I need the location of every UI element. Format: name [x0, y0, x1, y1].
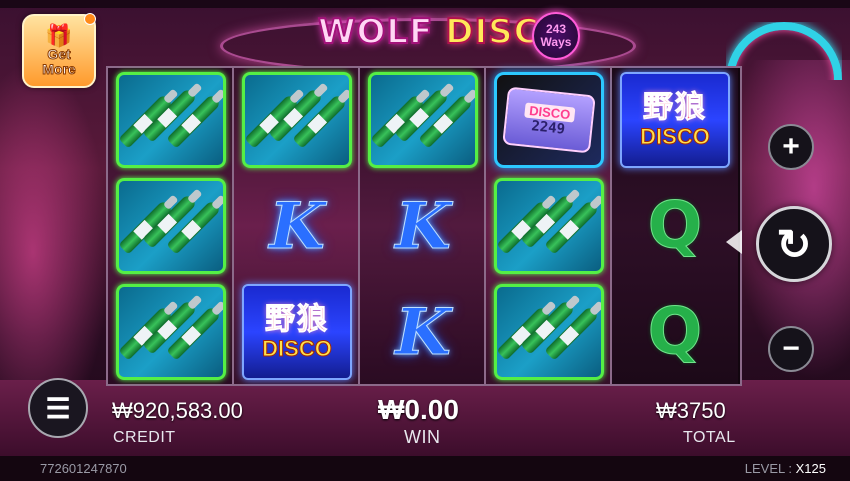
- symbol-scatter-pager: DISCO 2249: [494, 72, 604, 168]
- get-more-label-1: Get: [47, 46, 71, 62]
- win-label: WIN: [404, 427, 441, 447]
- gift-icon: 🎁: [45, 23, 73, 48]
- reel-1: [108, 68, 234, 384]
- symbol-bottles: [494, 284, 604, 380]
- symbol-k: K: [269, 188, 326, 264]
- symbol-bottles: [242, 72, 352, 168]
- win-value: ₩0.00: [378, 394, 459, 425]
- symbol-bottles: [494, 178, 604, 274]
- wild-en-text: DISCO: [262, 336, 333, 361]
- notification-dot: [84, 13, 96, 25]
- pager-number: 2249: [530, 117, 566, 138]
- symbol-bottles: [368, 72, 478, 168]
- get-more-label-2: More: [42, 61, 76, 77]
- level-label: LEVEL :: [744, 461, 792, 476]
- round-id: 772601247870: [40, 461, 127, 476]
- symbol-k: K: [395, 188, 452, 264]
- bet-decrease-button[interactable]: −: [768, 326, 814, 372]
- menu-button[interactable]: ☰: [28, 378, 88, 438]
- symbol-q: Q: [647, 295, 703, 370]
- ways-label: Ways: [540, 35, 572, 49]
- reel-5: 野狼 DISCO Q Q: [612, 68, 738, 384]
- spin-pointer-icon: [726, 230, 742, 254]
- wild-cn-text: 野狼: [265, 302, 329, 337]
- credit-value: ₩920,583.00: [112, 398, 243, 423]
- symbol-k: K: [395, 294, 452, 370]
- pager-icon: DISCO 2249: [502, 86, 596, 154]
- level-value: X125: [795, 461, 826, 476]
- reel-2: K 野狼 DISCO: [234, 68, 360, 384]
- credit-label: CREDIT: [113, 429, 176, 446]
- logo-wolf: WOLF: [317, 11, 434, 53]
- symbol-bottles: [116, 284, 226, 380]
- symbol-wild: 野狼 DISCO: [620, 72, 730, 168]
- symbol-bottles: [116, 72, 226, 168]
- reel-grid: K 野狼 DISCO K K DISCO 2249 野狼 DISCO Q Q: [106, 66, 742, 386]
- reel-3: K K: [360, 68, 486, 384]
- symbol-q: Q: [647, 189, 703, 264]
- spin-button[interactable]: ↻: [756, 206, 832, 282]
- reel-4: DISCO 2249: [486, 68, 612, 384]
- level-indicator: LEVEL : X125: [745, 461, 826, 476]
- ways-badge: 243 Ways: [532, 12, 580, 60]
- get-more-button[interactable]: 🎁 Get More: [22, 14, 96, 88]
- wild-en-text: DISCO: [640, 124, 711, 149]
- total-bet-label: TOTAL: [683, 429, 736, 446]
- symbol-wild: 野狼 DISCO: [242, 284, 352, 380]
- symbol-bottles: [116, 178, 226, 274]
- bet-increase-button[interactable]: +: [768, 124, 814, 170]
- background-neon-left: [0, 60, 110, 380]
- top-strip: [0, 0, 850, 8]
- status-bar: 772601247870 LEVEL : X125: [0, 456, 850, 481]
- total-bet-value[interactable]: ₩3750: [656, 398, 726, 424]
- wild-cn-text: 野狼: [643, 90, 707, 125]
